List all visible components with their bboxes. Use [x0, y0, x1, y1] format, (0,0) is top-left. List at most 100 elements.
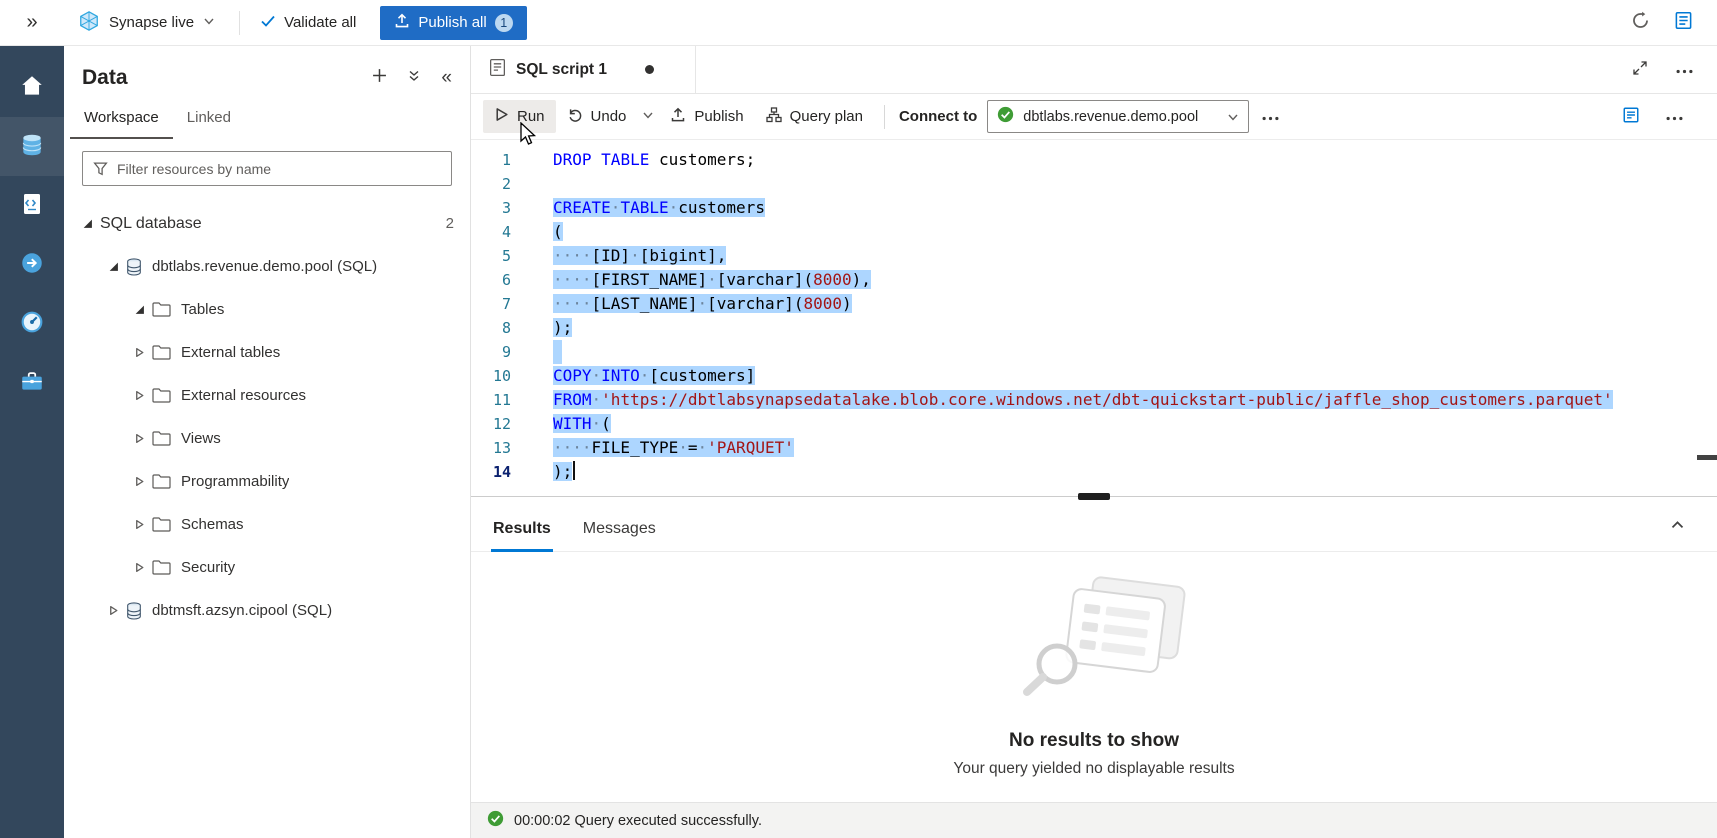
expand-sidebar-button[interactable]: »	[0, 11, 64, 34]
tree-item[interactable]: External tables	[64, 331, 470, 374]
code-line[interactable]: 11FROM·'https://dbtlabsynapsedatalake.bl…	[471, 388, 1717, 412]
properties-button[interactable]	[1622, 106, 1640, 128]
maximize-icon	[1632, 60, 1648, 80]
undo-redo-dropdown-button[interactable]	[637, 101, 659, 132]
tree-item[interactable]: Views	[64, 417, 470, 460]
splitter-drag-handle[interactable]	[1078, 493, 1110, 500]
sql-code-editor[interactable]: 1DROP TABLE customers;23CREATE·TABLE·cus…	[471, 140, 1717, 492]
line-number[interactable]: 4	[471, 220, 533, 244]
nav-develop-button[interactable]	[0, 176, 64, 235]
editor-toolbar: Run Undo Publish Query plan	[471, 94, 1717, 140]
tab-workspace[interactable]: Workspace	[70, 96, 173, 139]
chevron-collapsed-icon[interactable]	[134, 519, 152, 530]
tab-sql-script-1[interactable]: SQL script 1	[471, 46, 696, 93]
chevron-up-icon	[1670, 520, 1685, 537]
tab-linked[interactable]: Linked	[173, 96, 245, 139]
line-number[interactable]: 14	[471, 460, 533, 484]
nav-monitor-button[interactable]	[0, 294, 64, 353]
tree-item[interactable]: Tables	[64, 288, 470, 331]
connect-to-pool-dropdown[interactable]: dbtlabs.revenue.demo.pool	[987, 100, 1249, 133]
filter-resources-input[interactable]	[82, 151, 452, 186]
publish-button[interactable]: Publish	[659, 100, 754, 134]
expand-editor-button[interactable]	[1632, 60, 1648, 80]
code-line[interactable]: 12WITH·(	[471, 412, 1717, 436]
code-line[interactable]: 1DROP TABLE customers;	[471, 148, 1717, 172]
nav-integrate-button[interactable]	[0, 235, 64, 294]
line-number[interactable]: 9	[471, 340, 533, 364]
chevron-collapsed-icon[interactable]	[134, 562, 152, 573]
tab-more-actions-button[interactable]	[1676, 61, 1693, 78]
validate-all-button[interactable]: Validate all	[250, 7, 366, 39]
nav-home-button[interactable]	[0, 58, 64, 117]
gauge-icon	[19, 309, 45, 339]
chevron-expanded-icon[interactable]	[82, 218, 100, 229]
code-line[interactable]: 7····[LAST_NAME]·[varchar](8000)	[471, 292, 1717, 316]
properties-icon	[1622, 106, 1640, 128]
data-panel-tabs: Workspace Linked	[64, 94, 470, 139]
line-number[interactable]: 12	[471, 412, 533, 436]
collapse-results-button[interactable]	[1670, 518, 1711, 551]
publish-all-button[interactable]: Publish all 1	[380, 6, 526, 40]
code-line[interactable]: 4(	[471, 220, 1717, 244]
tree-item[interactable]: External resources	[64, 374, 470, 417]
tree-item[interactable]: dbtmsft.azsyn.cipool (SQL)	[64, 589, 470, 632]
query-plan-button[interactable]: Query plan	[755, 100, 874, 134]
connect-to-label: Connect to	[895, 108, 987, 125]
refresh-button[interactable]	[1631, 11, 1650, 34]
item-count-badge: 2	[436, 215, 454, 232]
upload-icon	[670, 107, 686, 127]
nav-manage-button[interactable]	[0, 353, 64, 412]
code-line[interactable]: 3CREATE·TABLE·customers	[471, 196, 1717, 220]
more-options-button[interactable]	[1666, 108, 1683, 125]
tree-item[interactable]: dbtlabs.revenue.demo.pool (SQL)	[64, 245, 470, 288]
line-number[interactable]: 7	[471, 292, 533, 316]
chevron-collapsed-icon[interactable]	[134, 433, 152, 444]
line-number[interactable]: 6	[471, 268, 533, 292]
chevron-expanded-icon[interactable]	[134, 304, 152, 315]
chevron-expanded-icon[interactable]	[108, 261, 126, 272]
results-panel: Results Messages	[471, 502, 1717, 838]
add-resource-button[interactable]	[372, 67, 387, 89]
toolbox-icon	[19, 368, 45, 398]
code-line[interactable]: 5····[ID]·[bigint],	[471, 244, 1717, 268]
tab-messages[interactable]: Messages	[567, 507, 672, 551]
workspace-switcher[interactable]: Synapse live	[64, 10, 229, 36]
toolbar-more-actions-button[interactable]	[1257, 101, 1284, 132]
code-line[interactable]: 10COPY·INTO·[customers]	[471, 364, 1717, 388]
chevron-collapsed-icon[interactable]	[134, 476, 152, 487]
chevron-collapsed-icon[interactable]	[108, 605, 126, 616]
tree-item[interactable]: Security	[64, 546, 470, 589]
line-number[interactable]: 11	[471, 388, 533, 412]
tree-item[interactable]: Programmability	[64, 460, 470, 503]
code-line[interactable]: 2	[471, 172, 1717, 196]
tab-results[interactable]: Results	[477, 507, 567, 551]
collapse-panel-button[interactable]: «	[441, 67, 452, 89]
chevron-collapsed-icon[interactable]	[134, 347, 152, 358]
line-number[interactable]: 8	[471, 316, 533, 340]
undo-button[interactable]: Undo	[556, 100, 638, 134]
code-line[interactable]: 14);	[471, 460, 1717, 484]
tree-item-label: dbtlabs.revenue.demo.pool (SQL)	[152, 258, 377, 275]
expand-all-button[interactable]	[407, 67, 421, 89]
run-button[interactable]: Run	[483, 100, 556, 133]
code-line[interactable]: 6····[FIRST_NAME]·[varchar](8000),	[471, 268, 1717, 292]
tree-item[interactable]: SQL database 2	[64, 202, 470, 245]
nav-data-button[interactable]	[0, 117, 64, 176]
line-number[interactable]: 5	[471, 244, 533, 268]
line-number[interactable]: 1	[471, 148, 533, 172]
folder-icon	[152, 517, 171, 532]
code-line[interactable]: 8);	[471, 316, 1717, 340]
editor-results-splitter[interactable]	[471, 492, 1717, 502]
tree-item[interactable]: Schemas	[64, 503, 470, 546]
chevron-collapsed-icon[interactable]	[134, 390, 152, 401]
release-notes-button[interactable]	[1674, 11, 1693, 34]
line-number[interactable]: 13	[471, 436, 533, 460]
empty-results-title: No results to show	[1009, 730, 1179, 752]
line-number[interactable]: 3	[471, 196, 533, 220]
code-line[interactable]: 13····FILE_TYPE·=·'PARQUET'	[471, 436, 1717, 460]
tree-item-label: SQL database	[100, 215, 202, 233]
line-number[interactable]: 10	[471, 364, 533, 388]
tree-item-label: External resources	[181, 387, 306, 404]
line-number[interactable]: 2	[471, 172, 533, 196]
code-line[interactable]: 9	[471, 340, 1717, 364]
